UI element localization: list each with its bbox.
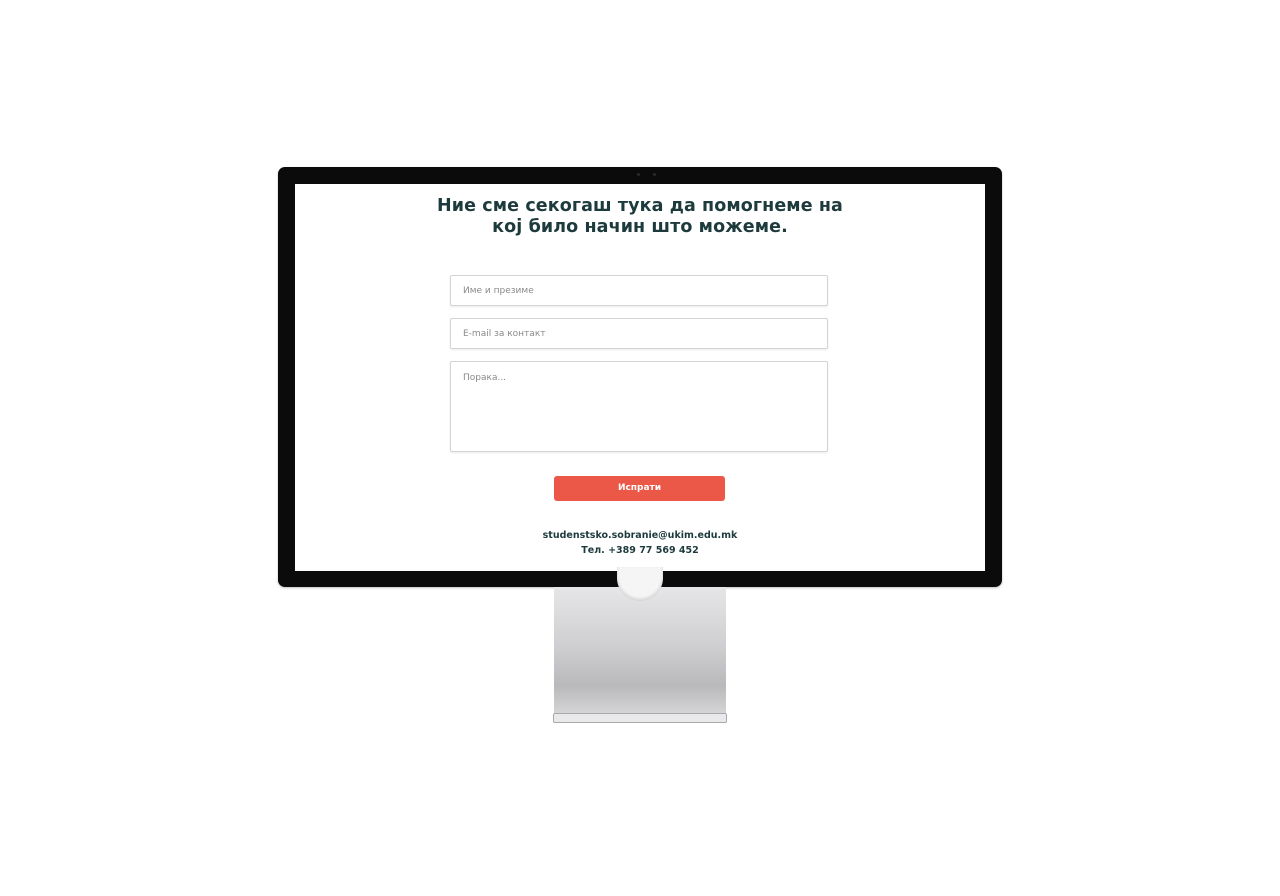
send-button[interactable]: Испрати xyxy=(554,476,725,501)
message-textarea[interactable]: Порака... xyxy=(450,361,828,452)
camera-dot-icon xyxy=(637,173,640,176)
monitor-screen: Ние сме секогаш тука да помогнеме на кој… xyxy=(295,184,985,571)
stand-hinge xyxy=(617,567,663,601)
page-title-line-1: Ние сме секогаш тука да помогнеме на xyxy=(437,196,843,216)
page-title-line-2: кој било начин што можеме. xyxy=(492,217,788,237)
sensor-dot-icon xyxy=(653,173,656,176)
contact-email-link[interactable]: studenstsko.sobranie@ukim.edu.mk xyxy=(295,530,985,541)
contact-phone: Тел. +389 77 569 452 xyxy=(581,545,699,556)
mockup-stage: Ние сме секогаш тука да помогнеме на кој… xyxy=(0,0,1280,896)
monitor-stand-base xyxy=(553,713,727,723)
message-textarea-placeholder: Порака... xyxy=(463,373,507,383)
monitor-bezel: Ние сме секогаш тука да помогнеме на кој… xyxy=(278,167,1002,587)
email-input[interactable]: E-mail за контакт xyxy=(450,318,828,349)
monitor-stand xyxy=(554,567,726,718)
name-input-placeholder: Име и презиме xyxy=(463,286,534,296)
name-input[interactable]: Име и презиме xyxy=(450,275,828,306)
page-title: Ние сме секогаш тука да помогнеме на кој… xyxy=(295,196,985,238)
email-input-placeholder: E-mail за контакт xyxy=(463,329,546,339)
